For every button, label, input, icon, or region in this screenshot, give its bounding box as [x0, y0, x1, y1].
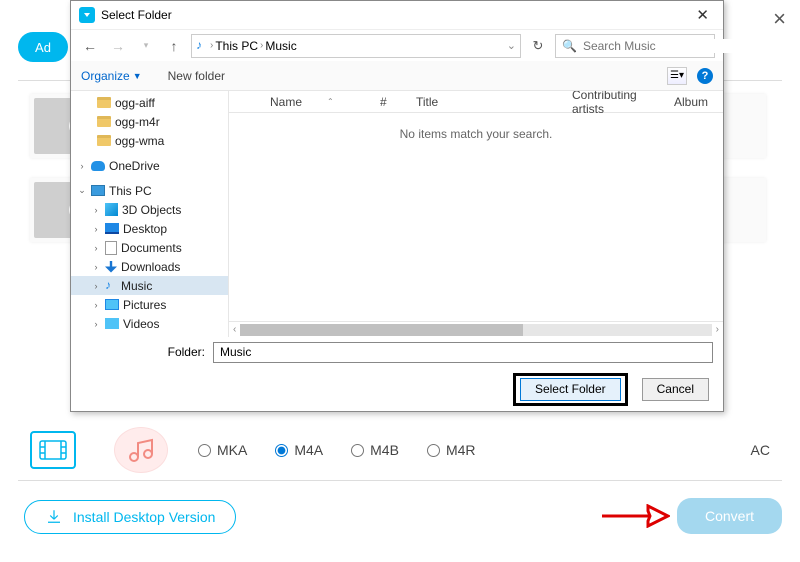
chevron-down-icon: ▼	[133, 71, 142, 81]
search-input[interactable]	[583, 39, 738, 53]
h-scrollbar[interactable]: ‹ ›	[229, 321, 723, 337]
search-icon: 🔍	[562, 39, 577, 53]
tree-item-pictures[interactable]: ›Pictures	[71, 295, 228, 314]
search-box[interactable]: 🔍	[555, 34, 715, 58]
collapse-icon: ⌄	[77, 185, 87, 196]
convert-button[interactable]: Convert	[677, 498, 782, 534]
tree-item-ogg-m4r[interactable]: ogg-m4r	[71, 112, 228, 131]
chevron-down-icon[interactable]: ⌄	[507, 39, 516, 52]
dialog-title: Select Folder	[101, 8, 172, 22]
chevron-right-icon: ›	[210, 40, 213, 51]
tree-item-thispc[interactable]: ⌄This PC	[71, 181, 228, 200]
breadcrumb-root[interactable]: This PC	[215, 39, 258, 53]
cancel-button[interactable]: Cancel	[642, 378, 709, 401]
format-mka[interactable]: MKA	[198, 442, 247, 458]
column-headers[interactable]: Name⌃ # Title Contributing artists Album	[229, 91, 723, 113]
pc-icon	[91, 185, 105, 196]
videos-icon	[105, 318, 119, 329]
back-icon[interactable]: ←	[79, 38, 101, 54]
toolbar: Organize▼ New folder ☰▾ ?	[71, 61, 723, 91]
format-m4b[interactable]: M4B	[351, 442, 399, 458]
chevron-right-icon: ›	[260, 40, 263, 51]
download-icon	[45, 508, 63, 526]
nav-bar: ← → ▾ ↑ ♪ › This PC › Music ⌄ ↻ 🔍	[71, 29, 723, 61]
format-m4a[interactable]: M4A	[275, 442, 323, 458]
tree-item-onedrive[interactable]: ›OneDrive	[71, 156, 228, 175]
col-artists: Contributing artists	[562, 91, 664, 116]
documents-icon	[105, 241, 117, 255]
tree-item-3dobjects[interactable]: ›3D Objects	[71, 200, 228, 219]
music-icon: ♪	[105, 279, 117, 292]
organize-menu[interactable]: Organize▼	[81, 69, 142, 83]
close-icon[interactable]: ✕	[690, 6, 715, 24]
select-folder-button[interactable]: Select Folder	[520, 378, 621, 401]
format-row: MKA M4A M4B M4R AC	[30, 420, 770, 480]
tree-item-documents[interactable]: ›Documents	[71, 238, 228, 257]
view-options-icon[interactable]: ☰▾	[667, 67, 687, 85]
expand-icon: ›	[77, 161, 87, 171]
tree-item-ogg-wma[interactable]: ogg-wma	[71, 131, 228, 150]
dialog-titlebar: Select Folder ✕	[71, 1, 723, 29]
folder-icon	[97, 116, 111, 127]
up-icon[interactable]: ↑	[163, 38, 185, 54]
desktop-icon	[105, 223, 119, 234]
folder-input[interactable]	[213, 342, 713, 363]
audio-format-icon[interactable]	[114, 427, 168, 473]
format-m4r[interactable]: M4R	[427, 442, 476, 458]
bg-close-icon[interactable]: ×	[773, 6, 786, 32]
folder-icon	[97, 97, 111, 108]
tree-item-music[interactable]: ›♪Music	[71, 276, 228, 295]
format-options: MKA M4A M4B M4R	[198, 442, 476, 458]
col-title: Title	[406, 95, 562, 109]
col-album: Album	[664, 95, 723, 109]
3d-icon	[105, 203, 118, 216]
onedrive-icon	[91, 161, 105, 171]
breadcrumb[interactable]: ♪ › This PC › Music ⌄	[191, 34, 521, 58]
folder-input-row: Folder:	[71, 337, 723, 367]
divider	[18, 480, 782, 481]
sort-asc-icon: ⌃	[317, 97, 345, 106]
help-icon[interactable]: ?	[697, 68, 713, 84]
music-icon: ♪	[196, 39, 208, 52]
dialog-buttons: Select Folder Cancel	[71, 367, 723, 411]
col-name: Name⌃	[250, 95, 370, 109]
forward-icon[interactable]: →	[107, 38, 129, 54]
scroll-right-icon: ›	[716, 324, 719, 335]
scroll-left-icon: ‹	[233, 324, 236, 335]
select-folder-dialog: Select Folder ✕ ← → ▾ ↑ ♪ › This PC › Mu…	[70, 0, 724, 412]
file-list: Name⌃ # Title Contributing artists Album…	[229, 91, 723, 337]
tree-item-desktop[interactable]: ›Desktop	[71, 219, 228, 238]
select-folder-highlight: Select Folder	[513, 373, 628, 406]
downloads-icon	[105, 261, 117, 273]
app-icon	[79, 7, 95, 23]
col-num: #	[370, 95, 406, 109]
format-ac-label: AC	[751, 442, 770, 458]
new-folder-button[interactable]: New folder	[168, 69, 225, 83]
add-button[interactable]: Ad	[18, 32, 68, 62]
empty-message: No items match your search.	[229, 127, 723, 141]
tree-item-downloads[interactable]: ›Downloads	[71, 257, 228, 276]
nav-tree[interactable]: ogg-aiff ogg-m4r ogg-wma ›OneDrive ⌄This…	[71, 91, 229, 337]
breadcrumb-current[interactable]: Music	[265, 39, 296, 53]
recent-dropdown-icon[interactable]: ▾	[135, 40, 157, 51]
tree-item-ogg-aiff[interactable]: ogg-aiff	[71, 93, 228, 112]
tree-item-videos[interactable]: ›Videos	[71, 314, 228, 333]
install-label: Install Desktop Version	[73, 509, 215, 525]
video-format-icon[interactable]	[30, 431, 76, 469]
refresh-icon[interactable]: ↻	[527, 38, 549, 54]
red-arrow-annotation	[600, 504, 670, 528]
install-desktop-button[interactable]: Install Desktop Version	[24, 500, 236, 534]
scrollbar-thumb[interactable]	[240, 324, 523, 336]
folder-label: Folder:	[81, 345, 205, 359]
pictures-icon	[105, 299, 119, 310]
folder-icon	[97, 135, 111, 146]
